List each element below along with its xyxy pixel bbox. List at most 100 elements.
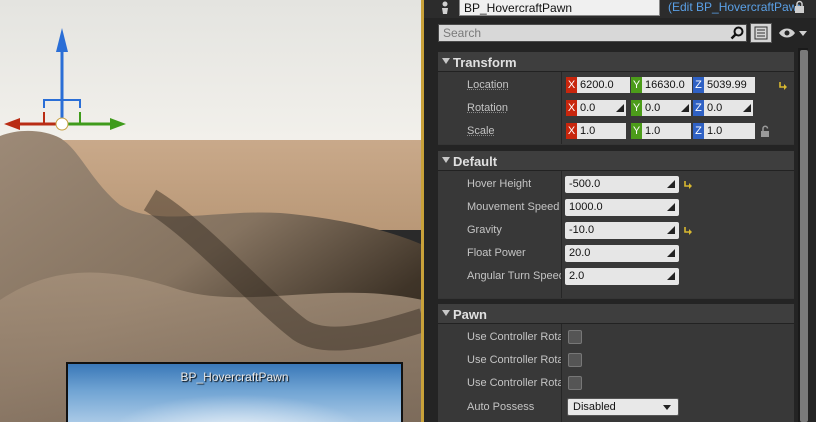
use-controller-rotation-pitch-row: Use Controller Rotation Pitch bbox=[438, 326, 794, 349]
collapse-arrow-icon bbox=[442, 58, 450, 64]
auto-possess-row: Auto Possess Disabled bbox=[438, 396, 794, 419]
use-controller-rotation-yaw-row: Use Controller Rotation Yaw bbox=[438, 349, 794, 372]
use-controller-rotation-roll-checkbox[interactable] bbox=[568, 376, 582, 390]
auto-possess-value: Disabled bbox=[573, 401, 616, 413]
search-icon bbox=[730, 26, 744, 40]
search-input[interactable] bbox=[439, 25, 727, 41]
auto-possess-label: Auto Possess bbox=[467, 401, 535, 413]
drag-spin-icon bbox=[681, 104, 689, 112]
float-power-label: Float Power bbox=[467, 247, 526, 259]
mouvement-speed-row: Mouvement Speed 1000.0 bbox=[438, 196, 794, 219]
angular-turn-speed-value: 2.0 bbox=[569, 270, 585, 282]
actor-name-row: BP_HovercraftPawn (Edit BP_HovercraftPaw… bbox=[424, 0, 816, 18]
drag-spin-icon bbox=[667, 226, 675, 234]
reset-to-default-icon[interactable] bbox=[778, 81, 788, 90]
drag-spin-icon bbox=[667, 272, 675, 280]
transform-section: Transform Location X 6200.0 Y 16630.0 Z … bbox=[438, 52, 794, 145]
gravity-value: -10.0 bbox=[569, 224, 595, 236]
use-controller-rotation-roll-row: Use Controller Rotation Roll bbox=[438, 372, 794, 395]
level-viewport[interactable]: BP_HovercraftPawn bbox=[0, 0, 423, 422]
axis-y-tag: Y bbox=[631, 100, 642, 116]
scale-y-field[interactable]: 1.0 bbox=[642, 123, 691, 139]
auto-possess-dropdown[interactable]: Disabled bbox=[567, 398, 679, 416]
use-controller-rotation-yaw-checkbox[interactable] bbox=[568, 353, 582, 367]
viewport-scene bbox=[0, 0, 423, 422]
property-matrix-button[interactable] bbox=[750, 23, 772, 43]
reset-to-default-icon[interactable] bbox=[683, 226, 693, 235]
mouvement-speed-value: 1000.0 bbox=[569, 201, 603, 213]
use-controller-rotation-yaw-label: Use Controller Rotation Yaw bbox=[467, 354, 561, 366]
scale-label: Scale bbox=[467, 125, 495, 137]
mouvement-speed-field[interactable]: 1000.0 bbox=[565, 199, 679, 216]
location-y-field[interactable]: 16630.0 bbox=[642, 77, 692, 93]
reset-to-default-icon[interactable] bbox=[683, 180, 693, 189]
location-z[interactable]: Z 5039.99 bbox=[693, 77, 755, 93]
rotation-x[interactable]: X 0.0 bbox=[566, 100, 626, 116]
pawn-icon bbox=[442, 1, 448, 14]
default-section: Default Hover Height -500.0 Mouvement Sp… bbox=[438, 151, 794, 299]
scale-x-field[interactable]: 1.0 bbox=[577, 123, 626, 139]
preview-clouds bbox=[108, 394, 368, 422]
drag-spin-icon bbox=[667, 203, 675, 211]
details-panel: BP_HovercraftPawn (Edit BP_HovercraftPaw… bbox=[424, 0, 816, 422]
pawn-section-header[interactable]: Pawn bbox=[438, 304, 794, 324]
drag-spin-icon bbox=[616, 104, 624, 112]
axis-z-tag: Z bbox=[693, 123, 704, 139]
location-x[interactable]: X 6200.0 bbox=[566, 77, 630, 93]
angular-turn-speed-label: Angular Turn Speed bbox=[467, 270, 561, 282]
rotation-z[interactable]: Z 0.0 bbox=[693, 100, 753, 116]
location-y[interactable]: Y 16630.0 bbox=[631, 77, 692, 93]
use-controller-rotation-pitch-label: Use Controller Rotation Pitch bbox=[467, 331, 561, 343]
pawn-section: Pawn Use Controller Rotation Pitch Use C… bbox=[438, 304, 794, 422]
axis-z-tag: Z bbox=[693, 100, 704, 116]
camera-preview: BP_HovercraftPawn bbox=[66, 362, 403, 422]
use-controller-rotation-pitch-checkbox[interactable] bbox=[568, 330, 582, 344]
pawn-section-title: Pawn bbox=[453, 307, 487, 322]
hover-height-label: Hover Height bbox=[467, 178, 532, 190]
default-section-title: Default bbox=[453, 154, 498, 169]
default-section-header[interactable]: Default bbox=[438, 151, 794, 171]
float-power-value: 20.0 bbox=[569, 247, 591, 259]
float-power-field[interactable]: 20.0 bbox=[565, 245, 679, 262]
rotation-label: Rotation bbox=[467, 102, 508, 114]
scale-z[interactable]: Z 1.0 bbox=[693, 123, 755, 139]
hover-height-field[interactable]: -500.0 bbox=[565, 176, 679, 193]
angular-turn-speed-row: Angular Turn Speed 2.0 bbox=[438, 265, 794, 288]
use-controller-rotation-roll-label: Use Controller Rotation Roll bbox=[467, 377, 561, 389]
axis-x-tag: X bbox=[566, 100, 577, 116]
location-x-field[interactable]: 6200.0 bbox=[577, 77, 630, 93]
float-power-row: Float Power 20.0 bbox=[438, 242, 794, 265]
gravity-label: Gravity bbox=[467, 224, 502, 236]
location-z-field[interactable]: 5039.99 bbox=[704, 77, 755, 93]
lock-icon[interactable] bbox=[793, 0, 807, 14]
search-bar bbox=[438, 24, 747, 42]
edit-blueprint-link[interactable]: (Edit BP_HovercraftPawn) bbox=[668, 0, 800, 15]
drag-spin-icon bbox=[667, 180, 675, 188]
gravity-field[interactable]: -10.0 bbox=[565, 222, 679, 239]
angular-turn-speed-field[interactable]: 2.0 bbox=[565, 268, 679, 285]
eye-icon[interactable] bbox=[778, 26, 808, 40]
actor-name-field[interactable]: BP_HovercraftPawn bbox=[459, 0, 660, 16]
drag-spin-icon bbox=[743, 104, 751, 112]
axis-z-tag: Z bbox=[693, 77, 704, 93]
axis-y-tag: Y bbox=[631, 123, 642, 139]
rotation-row: Rotation X 0.0 Y 0.0 Z 0.0 bbox=[438, 97, 794, 120]
axis-y-tag: Y bbox=[631, 77, 642, 93]
chevron-down-icon bbox=[663, 405, 671, 410]
collapse-arrow-icon bbox=[442, 157, 450, 163]
scale-lock-icon[interactable] bbox=[760, 125, 772, 138]
camera-preview-label: BP_HovercraftPawn bbox=[180, 370, 289, 384]
scrollbar-thumb[interactable] bbox=[800, 50, 808, 422]
transform-section-title: Transform bbox=[453, 55, 517, 70]
hover-height-value: -500.0 bbox=[569, 178, 601, 190]
scale-x[interactable]: X 1.0 bbox=[566, 123, 626, 139]
location-row: Location X 6200.0 Y 16630.0 Z 5039.99 bbox=[438, 74, 794, 97]
axis-x-tag: X bbox=[566, 123, 577, 139]
gravity-row: Gravity -10.0 bbox=[438, 219, 794, 242]
drag-spin-icon bbox=[667, 249, 675, 257]
scale-y[interactable]: Y 1.0 bbox=[631, 123, 691, 139]
rotation-y[interactable]: Y 0.0 bbox=[631, 100, 691, 116]
scale-z-field[interactable]: 1.0 bbox=[704, 123, 755, 139]
transform-section-header[interactable]: Transform bbox=[438, 52, 794, 72]
list-view-icon bbox=[754, 26, 768, 40]
